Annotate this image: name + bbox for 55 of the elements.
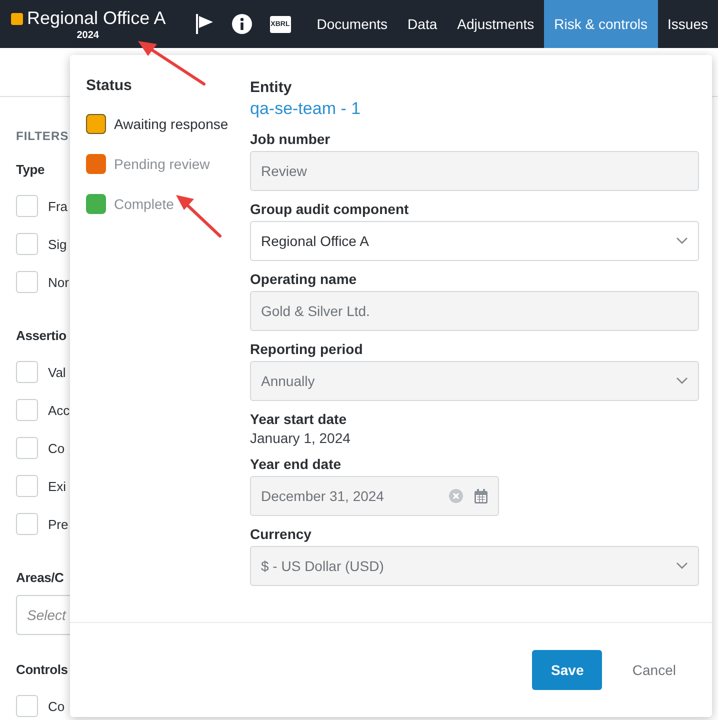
filter-group-title: Areas/C <box>16 570 64 585</box>
entity-label: Entity <box>250 79 293 96</box>
filter-option-label: Pre <box>48 516 68 532</box>
annotation-arrow <box>174 194 224 240</box>
nav-tab[interactable]: Adjustments <box>447 0 544 48</box>
checkbox[interactable] <box>16 475 38 497</box>
field-label: Operating name <box>250 271 358 287</box>
cancel-button[interactable]: Cancel <box>624 654 684 686</box>
chevron-down-icon <box>676 377 688 385</box>
save-button[interactable]: Save <box>532 650 602 690</box>
checkbox[interactable] <box>16 233 38 255</box>
field-label: Year start date <box>250 411 348 427</box>
field-label: Group audit component <box>250 201 410 217</box>
nav-tab[interactable]: Risk & controls <box>544 0 658 48</box>
status-option[interactable]: Pending review <box>86 144 250 184</box>
flag-icon[interactable] <box>196 14 214 34</box>
entity-title[interactable]: Regional Office A <box>26 8 166 29</box>
checkbox[interactable] <box>16 437 38 459</box>
filter-option-label: Acc <box>48 402 70 418</box>
filter-option-label: Fra <box>48 198 68 214</box>
field-label: Year end date <box>250 456 342 472</box>
status-heading: Status <box>86 77 133 94</box>
field-label: Job number <box>250 131 332 147</box>
filter-group-title: Type <box>16 162 45 177</box>
nav-tab[interactable]: Data <box>398 0 448 48</box>
filter-group-title: Controls <box>16 662 68 677</box>
nav-tab[interactable]: Documents <box>306 0 398 48</box>
info-icon[interactable] <box>232 14 252 34</box>
entity-link[interactable]: qa-se-team - 1 <box>250 99 361 119</box>
filter-group-title: Assertio <box>16 328 66 343</box>
filter-option-label: Sig <box>48 236 67 252</box>
status-option[interactable]: Awaiting response <box>86 104 250 144</box>
filter-option-label: Nor <box>48 274 69 290</box>
filter-option-label: Co <box>48 440 65 456</box>
checkbox[interactable] <box>16 695 38 717</box>
status-option[interactable]: Complete <box>86 184 250 224</box>
nav-tab[interactable]: Issues <box>658 0 718 48</box>
filter-option-label: Exi <box>48 478 66 494</box>
dropdown-field[interactable]: Regional Office A <box>250 221 699 261</box>
checkbox[interactable] <box>16 361 38 383</box>
filter-option-label: Val <box>48 364 66 380</box>
checkbox[interactable] <box>16 271 38 293</box>
filters-heading: FILTERS <box>16 129 69 143</box>
year-label: 2024 <box>76 30 99 41</box>
status-square <box>10 12 24 26</box>
field-label: Reporting period <box>250 341 364 357</box>
filter-option-label: Co <box>48 698 65 714</box>
field-value: January 1, 2024 <box>250 430 352 446</box>
chevron-down-icon <box>676 562 688 570</box>
chevron-down-icon <box>676 237 688 245</box>
annotation-arrow <box>136 40 208 88</box>
checkbox[interactable] <box>16 399 38 421</box>
field-label: Currency <box>250 526 312 542</box>
checkbox[interactable] <box>16 513 38 535</box>
checkbox[interactable] <box>16 195 38 217</box>
